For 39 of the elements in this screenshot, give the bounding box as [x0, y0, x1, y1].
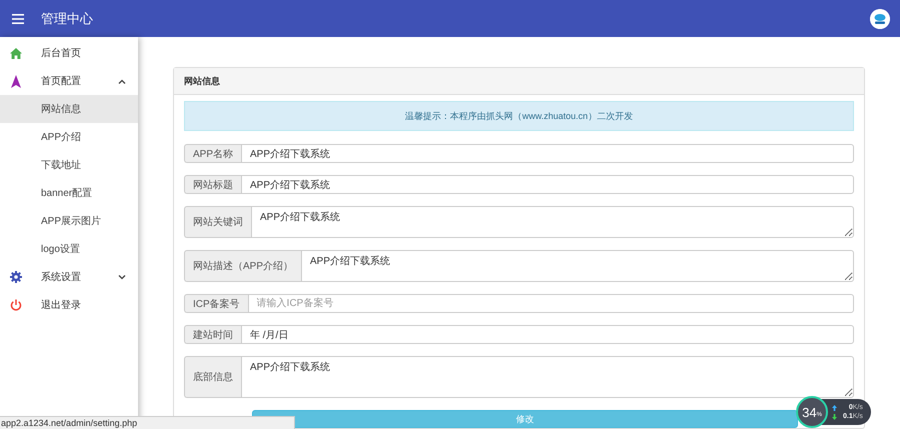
text-area[interactable]: APP介绍下载系统 — [301, 250, 854, 282]
cpu-percent: 34 — [802, 404, 817, 420]
settings-icon — [10, 271, 22, 283]
input-field[interactable]: APP介绍下载系统 — [241, 144, 854, 163]
sidebar-item[interactable]: 系统设置 — [0, 263, 138, 291]
input-field[interactable]: 请输入ICP备案号 — [248, 294, 854, 313]
field-label: 底部信息 — [184, 356, 241, 398]
field-label: 网站标题 — [184, 175, 241, 194]
sidebar-subitem[interactable]: 下载地址 — [0, 151, 138, 179]
field-label: ICP备案号 — [184, 294, 248, 313]
input-field[interactable]: APP介绍下载系统 — [241, 175, 854, 194]
sidebar-item[interactable]: 退出登录 — [0, 291, 138, 319]
app-title: 管理中心 — [41, 10, 94, 28]
logo-icon[interactable] — [870, 8, 890, 28]
sidebar-subitem[interactable]: APP展示图片 — [0, 207, 138, 235]
sidebar-subitem[interactable]: logo设置 — [0, 235, 138, 263]
panel-title: 网站信息 — [174, 68, 864, 95]
status-url: app2.a1234.net/admin/setting.php — [0, 416, 295, 429]
menu-icon[interactable] — [12, 14, 24, 24]
upload-arrow-icon — [832, 404, 837, 410]
download-arrow-icon — [832, 414, 837, 420]
field-label: APP名称 — [184, 144, 242, 163]
sidebar-subitem[interactable]: APP介绍 — [0, 123, 138, 151]
chevron-icon[interactable] — [118, 274, 126, 280]
field-label: 网站描述（APP介绍） — [184, 250, 302, 282]
chevron-icon[interactable] — [118, 78, 126, 84]
home-icon — [10, 48, 22, 58]
field-label: 建站时间 — [184, 325, 241, 344]
date-field[interactable]: 年 /月/日 — [241, 325, 854, 344]
text-area[interactable]: APP介绍下载系统 — [251, 206, 854, 238]
sidebar-item[interactable]: 首页配置 — [0, 67, 138, 95]
sidebar-subitem[interactable]: 网站信息 — [0, 95, 138, 123]
arrow-icon — [10, 74, 20, 88]
text-area[interactable]: APP介绍下载系统 — [241, 356, 854, 398]
power-icon — [10, 299, 22, 311]
field-label: 网站关键词 — [184, 206, 251, 238]
sidebar-item[interactable]: 后台首页 — [0, 39, 138, 67]
notice-banner: 温馨提示：本程序由抓头网（www.zhuatou.cn）二次开发 — [184, 101, 854, 131]
sidebar-subitem[interactable]: banner配置 — [0, 179, 138, 207]
